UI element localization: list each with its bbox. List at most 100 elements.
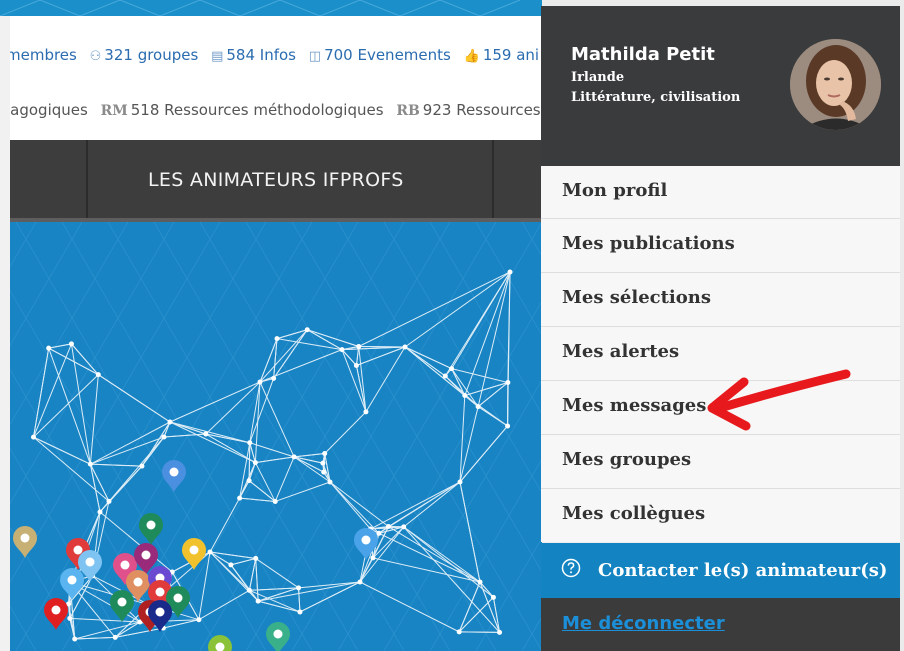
network-node [376,530,382,536]
network-node [257,379,263,385]
logout-link[interactable]: Me déconnecter [562,613,725,634]
avatar[interactable] [790,39,881,130]
map-pin-icon[interactable] [208,635,232,651]
network-node [196,617,202,623]
network-node [497,629,503,635]
map-pin-icon[interactable] [139,513,163,545]
network-link [248,558,257,591]
user-profile-header[interactable]: Mathilda Petit Irlande Littérature, civi… [541,6,900,166]
map-pin-icon[interactable] [13,526,37,558]
network-node [271,375,277,381]
network-node [505,423,511,429]
network-node [252,460,258,466]
network-node [67,615,73,621]
network-link [169,421,207,435]
menu-item-colleagues[interactable]: Mes collègues [541,488,900,542]
site-stats-panel: membres ⚇ 321 groupes ▤ 584 Infos ◫ 700 Eve… [10,16,542,140]
network-node [161,434,167,440]
network-node [72,636,78,642]
menu-item-profile[interactable]: Mon profil [541,166,900,218]
network-link [89,464,101,513]
network-link [464,382,508,397]
menu-item-publications[interactable]: Mes publications [541,218,900,272]
map-pin-icon[interactable] [162,460,186,492]
network-link [48,347,99,376]
network-link [205,433,256,464]
network-link [444,375,479,407]
logout-bar: Me déconnecter [541,598,900,651]
stat-members[interactable]: membres [10,46,77,64]
network-node [356,344,362,350]
network-node [247,440,253,446]
contact-animateurs-button[interactable]: Contacter le(s) animateur(s) [541,543,900,598]
network-link [403,481,461,528]
network-node [31,434,37,440]
network-link [248,442,251,481]
network-node [297,609,303,615]
network-node [402,344,408,350]
map-pin-icon[interactable] [44,598,68,630]
network-node [462,393,468,399]
network-link [255,558,299,589]
thumbs-up-icon: 👍 [463,49,480,64]
nav-link-animateurs[interactable]: LES ANIMATEURS IFPROFS [148,169,404,191]
network-link [198,589,250,621]
network-link [169,421,250,444]
help-circle-icon [561,558,581,578]
menu-item-selections[interactable]: Mes sélections [541,272,900,326]
network-link [248,480,276,502]
network-link [209,497,241,553]
network-node [320,460,326,466]
avatar-photo [790,39,881,130]
map-pin-icon[interactable] [110,590,134,622]
user-name: Mathilda Petit [571,44,715,65]
user-subject: Littérature, civilisation [571,90,741,105]
network-node [370,555,376,561]
network-node [112,634,118,640]
menu-item-groups[interactable]: Mes groupes [541,434,900,488]
network-link [388,526,481,583]
stat-groups[interactable]: ⚇ 321 groupes [90,46,199,64]
events-icon: ◫ [308,49,322,64]
network-link [198,551,211,620]
network-node [339,347,345,353]
stat-pedagogical-resources[interactable]: lagogiques [10,101,88,119]
network-node [442,373,448,379]
stat-methodological-resources[interactable]: RM 518 Ressources méthodologiques [101,101,384,119]
network-link [254,462,276,502]
network-link [230,564,250,591]
network-node [296,585,302,591]
main-navigation: LES ANIMATEURS IFPROFS [10,140,542,222]
stat-infos[interactable]: ▤ 584 Infos [211,46,296,64]
user-dropdown-menu: Mon profil Mes publications Mes sélectio… [541,166,900,542]
network-link [33,436,110,502]
groups-icon: ⚇ [89,49,102,64]
network-node [507,269,513,275]
network-node [353,363,359,369]
contact-label: Contacter le(s) animateur(s) [598,560,888,581]
map-pin-icon[interactable] [266,622,290,651]
network-link [298,587,301,612]
annotation-arrow-icon [707,369,851,431]
network-node [68,341,74,347]
network-node [449,366,455,372]
network-node [490,594,496,600]
network-node [456,629,462,635]
network-node [95,372,101,378]
network-link [33,348,50,438]
network-node [255,598,261,604]
network-node [246,478,252,484]
network-link [451,368,466,396]
network-node [401,524,407,530]
stat-other-resources[interactable]: RB 923 Ressources [396,101,540,119]
network-node [327,479,333,485]
stat-animateurs[interactable]: 👍 159 ani [464,46,539,64]
network-link [403,526,500,633]
network-node [321,469,327,475]
network-link [90,463,142,467]
stat-events[interactable]: ◫ 700 Evenements [309,46,451,64]
network-link [458,596,494,633]
rm-badge-icon: RM [100,103,128,119]
network-link [359,581,460,633]
network-link [255,558,259,602]
